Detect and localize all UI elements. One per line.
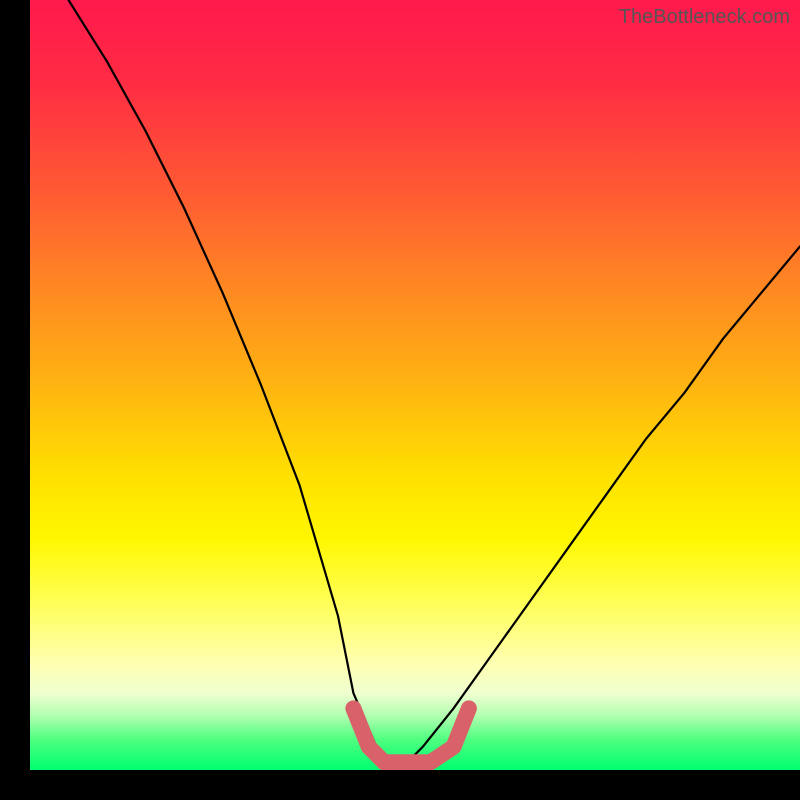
plot-area: TheBottleneck.com [30,0,800,770]
watermark-text: TheBottleneck.com [619,6,790,29]
chart-svg [30,0,800,770]
bottleneck-curve [69,0,800,762]
chart-container: TheBottleneck.com [0,0,800,800]
trough-highlight [353,708,469,762]
